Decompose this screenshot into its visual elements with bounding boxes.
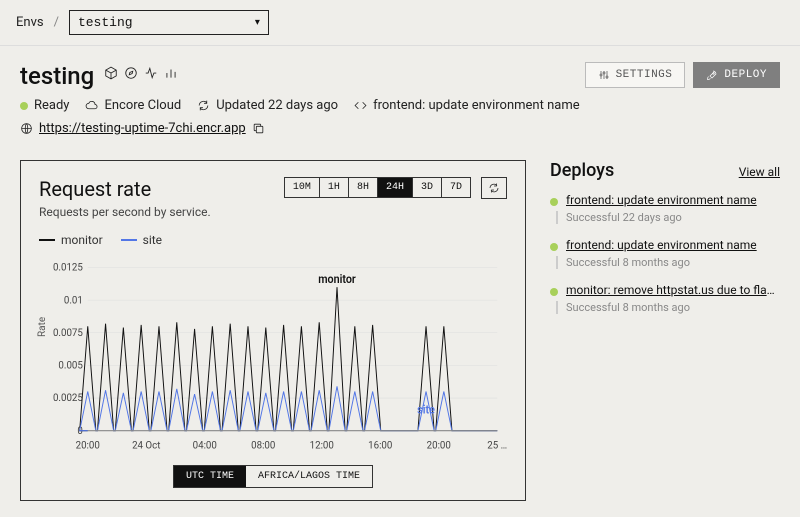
settings-button[interactable]: SETTINGS <box>585 62 686 88</box>
env-selector[interactable]: testing ▾ <box>69 10 269 35</box>
range-3d[interactable]: 3D <box>413 178 442 197</box>
status-dot-icon <box>20 102 28 110</box>
deploy-item[interactable]: frontend: update environment name Success… <box>550 193 780 224</box>
svg-text:0.0125: 0.0125 <box>53 262 83 273</box>
deploys-title: Deploys <box>550 160 614 181</box>
refresh-icon <box>197 99 210 112</box>
svg-text:16:00: 16:00 <box>368 440 393 451</box>
svg-text:site: site <box>417 403 435 416</box>
range-8h[interactable]: 8H <box>349 178 378 197</box>
svg-text:20:00: 20:00 <box>76 440 101 451</box>
code-icon <box>354 99 367 112</box>
deploy-item[interactable]: frontend: update environment name Success… <box>550 238 780 269</box>
tz-local-button[interactable]: AFRICA/LAGOS TIME <box>246 466 372 487</box>
sliders-icon <box>598 69 610 81</box>
env-url-link[interactable]: https://testing-uptime-7chi.encr.app <box>39 121 246 136</box>
rocket-icon <box>706 69 718 81</box>
time-range-group: 10M1H8H24H3D7D <box>284 177 471 198</box>
tz-utc-button[interactable]: UTC TIME <box>174 466 246 487</box>
deploys-view-all[interactable]: View all <box>739 165 780 179</box>
updated-time: Updated 22 days ago <box>197 98 338 113</box>
status-badge: Ready <box>20 98 69 113</box>
deploys-panel: Deploys View all frontend: update enviro… <box>550 160 780 501</box>
chevron-down-icon: ▾ <box>255 17 260 29</box>
legend-monitor[interactable]: monitor <box>39 233 103 247</box>
breadcrumb-root[interactable]: Envs <box>16 15 44 30</box>
copy-icon[interactable] <box>252 122 265 135</box>
chart-plot: 00.00250.0050.00750.010.012520:0024 Oct0… <box>39 257 507 457</box>
svg-text:25 …: 25 … <box>487 440 507 451</box>
request-rate-card: Request rate Requests per second by serv… <box>20 160 526 501</box>
chart-ylabel: Rate <box>37 317 48 337</box>
deploy-button[interactable]: DEPLOY <box>693 62 780 88</box>
cloud-icon <box>85 99 98 112</box>
deploy-status: Successful 8 months ago <box>556 301 780 314</box>
legend-site[interactable]: site <box>121 233 162 247</box>
timezone-toggle: UTC TIME AFRICA/LAGOS TIME <box>173 465 373 488</box>
legend-swatch-site <box>121 239 137 241</box>
svg-text:12:00: 12:00 <box>310 440 335 451</box>
deploy-status: Successful 8 months ago <box>556 256 780 269</box>
legend-swatch-monitor <box>39 239 55 241</box>
env-selector-value: testing <box>78 15 133 30</box>
breadcrumb-sep: / <box>54 15 59 30</box>
compass-icon[interactable] <box>124 66 138 80</box>
refresh-button[interactable] <box>481 177 507 199</box>
svg-text:monitor: monitor <box>318 273 356 286</box>
range-10m[interactable]: 10M <box>285 178 320 197</box>
range-24h[interactable]: 24H <box>378 178 413 197</box>
range-1h[interactable]: 1H <box>320 178 349 197</box>
chart-title: Request rate <box>39 177 211 201</box>
svg-text:04:00: 04:00 <box>193 440 218 451</box>
globe-icon <box>20 122 33 135</box>
chart-subtitle: Requests per second by service. <box>39 205 211 219</box>
breadcrumb-bar: Envs / testing ▾ <box>0 0 800 46</box>
deploy-title[interactable]: monitor: remove httpstat.us due to flak… <box>566 283 780 297</box>
commit-message: frontend: update environment name <box>354 98 580 113</box>
status-label: Ready <box>34 98 69 113</box>
svg-text:0.005: 0.005 <box>58 360 83 371</box>
cube-icon[interactable] <box>104 66 118 80</box>
svg-text:08:00: 08:00 <box>251 440 276 451</box>
svg-text:24 Oct: 24 Oct <box>132 440 160 451</box>
range-7d[interactable]: 7D <box>442 178 470 197</box>
page-title: testing <box>20 62 94 90</box>
deploy-title[interactable]: frontend: update environment name <box>566 238 780 252</box>
deploy-title[interactable]: frontend: update environment name <box>566 193 780 207</box>
refresh-icon <box>488 182 500 194</box>
activity-icon[interactable] <box>144 66 158 80</box>
chart-legend: monitor site <box>39 233 507 247</box>
bar-chart-icon[interactable] <box>164 66 178 80</box>
svg-text:0.0075: 0.0075 <box>53 328 83 339</box>
cloud-provider: Encore Cloud <box>85 98 181 113</box>
svg-text:0.01: 0.01 <box>64 295 83 306</box>
deploy-item[interactable]: monitor: remove httpstat.us due to flak…… <box>550 283 780 314</box>
svg-text:0.0025: 0.0025 <box>53 393 83 404</box>
svg-text:20:00: 20:00 <box>427 440 452 451</box>
deploy-status: Successful 22 days ago <box>556 211 780 224</box>
